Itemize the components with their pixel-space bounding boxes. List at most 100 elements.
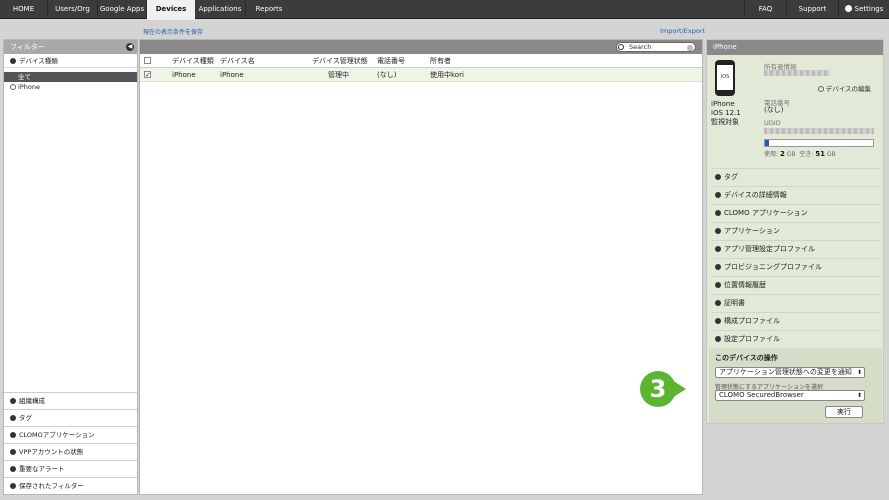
accordion-applications[interactable]: アプリケーション — [711, 222, 880, 238]
app-select[interactable]: CLOMO SecuredBrowser ⬍ — [715, 390, 865, 401]
select-arrows-icon: ⬍ — [856, 392, 862, 399]
filter-vpp[interactable]: VPPアカウントの状態 — [4, 443, 137, 460]
filter-alerts[interactable]: 重要なアラート — [4, 460, 137, 477]
free-value: 51 — [815, 150, 826, 158]
accordion-location[interactable]: 位置情報履歴 — [711, 276, 880, 292]
col-management-state[interactable]: デバイス管理状態 — [312, 54, 368, 68]
step-number: 3 — [640, 371, 676, 407]
phone-screen-label: iOS — [717, 65, 733, 90]
detail-title: iPhone — [707, 40, 883, 55]
expand-icon — [715, 228, 721, 234]
select-all-checkbox[interactable] — [144, 57, 151, 64]
filter-device-type[interactable]: デバイス種類 — [4, 54, 137, 68]
filter-saved-label: 保存されたフィルター — [19, 482, 84, 490]
col-device-name[interactable]: デバイス名 — [220, 54, 255, 68]
filter-device-type-label: デバイス種類 — [19, 57, 58, 65]
expand-icon — [10, 58, 16, 64]
device-list: Search デバイス種類 デバイス名 デバイス管理状態 電話番号 所有者 ✓ … — [139, 39, 703, 495]
list-toolbar: Search — [140, 40, 702, 54]
tab-reports[interactable]: Reports — [246, 0, 292, 19]
free-label: 空き: — [799, 151, 814, 158]
accordion-config-profile[interactable]: 構成プロファイル — [711, 312, 880, 328]
run-button[interactable]: 実行 — [825, 406, 863, 418]
expand-icon — [715, 318, 721, 324]
cell-owner: 使用中kori — [430, 71, 464, 79]
table-header: デバイス種類 デバイス名 デバイス管理状態 電話番号 所有者 — [140, 54, 702, 68]
filter-iphone-label: iPhone — [18, 83, 40, 91]
accordion-clomo-apps[interactable]: CLOMO アプリケーション — [711, 204, 880, 220]
storage-fill — [765, 140, 770, 146]
collapse-icon[interactable]: ◀ — [126, 43, 134, 51]
import-export-link[interactable]: Import/Export — [660, 27, 705, 35]
expand-icon — [10, 415, 16, 421]
tab-google-apps[interactable]: Google Apps — [98, 0, 147, 19]
expand-icon — [10, 466, 16, 472]
device-name: iPhone — [711, 100, 735, 108]
expand-icon — [10, 449, 16, 455]
used-unit: GB — [786, 151, 796, 158]
udid-label: UDID — [764, 119, 781, 127]
used-label: 使用: — [764, 151, 779, 158]
filter-tag[interactable]: タグ — [4, 409, 137, 426]
col-phone[interactable]: 電話番号 — [377, 54, 405, 68]
edit-icon — [817, 86, 824, 92]
filter-clomo-apps-label: CLOMOアプリケーション — [19, 431, 95, 439]
device-detail-panel: iPhone iOS iPhone iOS 12.1 監視対象 所有者情報 デバ… — [706, 39, 884, 424]
redacted-udid — [764, 128, 874, 134]
expand-icon — [715, 246, 721, 252]
row-checkbox[interactable]: ✓ — [144, 71, 151, 79]
filter-org[interactable]: 組織構成 — [4, 392, 137, 409]
filter-org-label: 組織構成 — [19, 397, 45, 405]
select-arrows-icon: ⬍ — [856, 369, 862, 376]
action-select-value: アプリケーション管理状態への変更を通知 — [719, 368, 852, 376]
edit-device-link[interactable]: デバイスの編集 — [817, 83, 871, 93]
device-os: iOS 12.1 — [711, 109, 741, 117]
tab-home[interactable]: HOME — [0, 0, 48, 19]
filter-panel: フィルター ◀ デバイス種類 全て iPhone 組織構成 タグ CLOMOアプ… — [3, 39, 138, 495]
expand-icon — [715, 336, 721, 342]
accordion-label: 設定プロファイル — [724, 335, 780, 343]
device-summary: iPhone iOS 12.1 監視対象 — [711, 100, 741, 127]
table-row[interactable]: ✓ iPhone iPhone 管理中 (なし) 使用中kori — [140, 68, 702, 82]
filter-alerts-label: 重要なアラート — [19, 465, 65, 473]
col-device-type[interactable]: デバイス種類 — [172, 54, 214, 68]
accordion-app-config[interactable]: アプリ管理設定プロファイル — [711, 240, 880, 256]
expand-icon — [715, 264, 721, 270]
accordion-label: タグ — [724, 173, 738, 181]
accordion-label: 構成プロファイル — [724, 317, 780, 325]
accordion-device-details[interactable]: デバイスの詳細情報 — [711, 186, 880, 202]
filter-all[interactable]: 全て — [4, 72, 137, 82]
phone-value: (なし) — [764, 106, 784, 114]
device-operations: このデバイスの操作 アプリケーション管理状態への変更を通知 ⬍ 管理状態にするア… — [709, 348, 882, 423]
expand-icon — [715, 210, 721, 216]
settings-link[interactable]: Settings — [838, 0, 889, 19]
iphone-icon: iOS — [715, 60, 735, 96]
faq-link[interactable]: FAQ — [744, 0, 786, 19]
accordion-label: アプリケーション — [724, 227, 780, 235]
filter-clomo-apps[interactable]: CLOMOアプリケーション — [4, 426, 137, 443]
accordion-provisioning[interactable]: プロビジョニングプロファイル — [711, 258, 880, 274]
accordion-certificates[interactable]: 証明書 — [711, 294, 880, 310]
accordion-settings-profile[interactable]: 設定プロファイル — [711, 330, 880, 346]
clear-icon[interactable] — [687, 45, 693, 51]
cell-type: iPhone — [172, 71, 196, 79]
cell-name: iPhone — [220, 71, 244, 79]
action-select[interactable]: アプリケーション管理状態への変更を通知 ⬍ — [715, 367, 865, 378]
supervised-label: 監視対象 — [711, 118, 739, 126]
support-link[interactable]: Support — [786, 0, 838, 19]
filter-tag-label: タグ — [19, 414, 32, 422]
search-input[interactable]: Search — [616, 42, 696, 52]
col-owner[interactable]: 所有者 — [430, 54, 451, 68]
tab-applications[interactable]: Applications — [195, 0, 246, 19]
save-view-link[interactable]: 現在の表示条件を保存 — [143, 27, 203, 36]
filter-vpp-label: VPPアカウントの状態 — [19, 448, 84, 456]
tab-devices[interactable]: Devices — [147, 0, 195, 20]
filter-iphone[interactable]: iPhone — [4, 82, 137, 92]
expand-icon — [715, 174, 721, 180]
tab-users-org[interactable]: Users/Org — [48, 0, 98, 19]
accordion-label: アプリ管理設定プロファイル — [724, 245, 815, 253]
filter-saved[interactable]: 保存されたフィルター — [4, 477, 137, 494]
accordion-tag[interactable]: タグ — [711, 168, 880, 184]
gear-icon — [844, 5, 852, 12]
storage-bar — [764, 139, 874, 147]
